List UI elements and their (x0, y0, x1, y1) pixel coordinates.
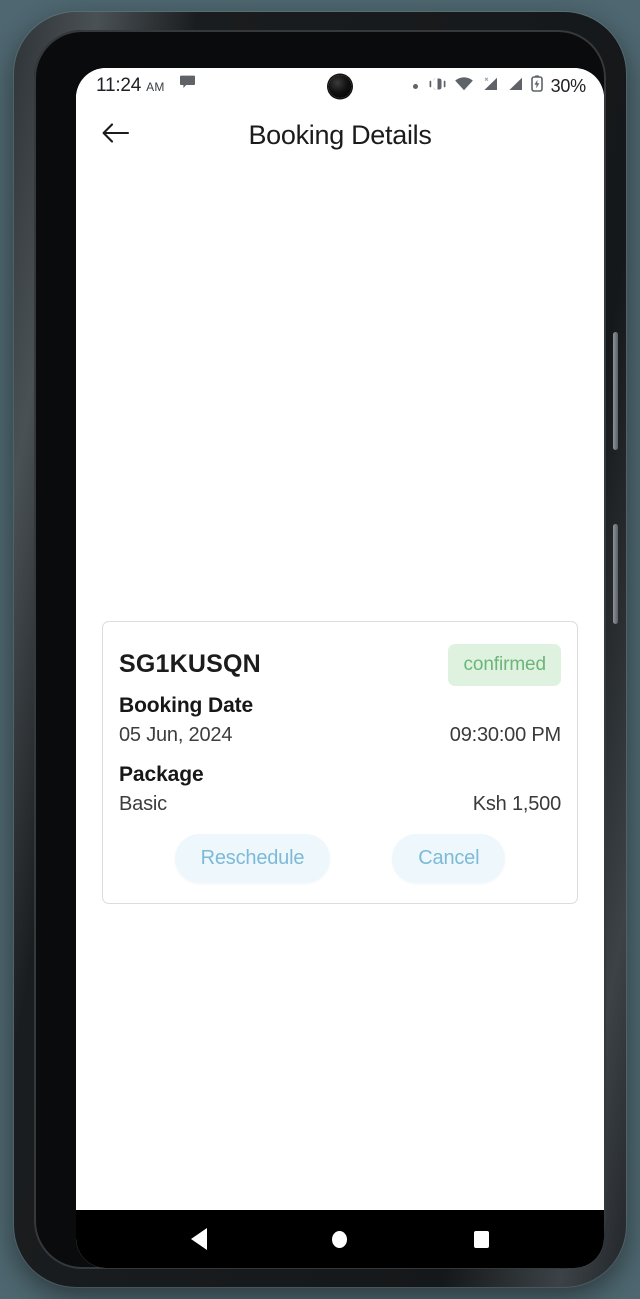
nav-back-button[interactable] (176, 1216, 222, 1262)
nav-home-button[interactable] (317, 1216, 363, 1262)
camera-punch-hole (328, 75, 352, 98)
arrow-left-icon (101, 120, 131, 151)
signal-icon-1 (481, 76, 499, 97)
status-bar: 11:24 AM 30% (76, 68, 604, 104)
package-label: Package (119, 763, 204, 786)
reschedule-button[interactable]: Reschedule (174, 834, 331, 883)
booking-date-label: Booking Date (119, 694, 254, 717)
status-bar-right: 30% (412, 75, 587, 97)
booking-time-value: 09:30:00 PM (449, 724, 561, 746)
content-area: SG1KUSQN confirmed Booking Date 05 Jun, … (76, 166, 604, 1210)
battery-percent: 30% (550, 75, 587, 96)
package-row: Basic Ksh 1,500 (119, 793, 561, 816)
booking-date-row: 05 Jun, 2024 09:30:00 PM (119, 724, 561, 747)
nav-back-icon (190, 1228, 207, 1250)
booking-details-card: SG1KUSQN confirmed Booking Date 05 Jun, … (102, 621, 578, 904)
booking-date-value: 05 Jun, 2024 (119, 724, 233, 746)
dot-icon (412, 83, 418, 89)
nav-recents-button[interactable] (458, 1216, 504, 1262)
nav-home-icon (332, 1230, 348, 1248)
page-title: Booking Details (248, 119, 432, 150)
cancel-button[interactable]: Cancel (392, 834, 506, 883)
vibrate-icon (428, 76, 447, 97)
phone-screen: 11:24 AM 30% Booking Details SG1KUSQN co… (76, 68, 604, 1268)
volume-button[interactable] (613, 332, 618, 450)
back-button[interactable] (96, 115, 136, 155)
booking-code: SG1KUSQN (119, 650, 261, 678)
status-time: 11:24 (96, 75, 142, 96)
phone-bezel: 11:24 AM 30% Booking Details SG1KUSQN co… (34, 30, 606, 1269)
card-header: SG1KUSQN confirmed (119, 644, 561, 688)
android-nav-bar (76, 1210, 604, 1268)
wifi-icon (454, 76, 474, 97)
package-value: Basic (119, 793, 167, 815)
battery-charging-icon (530, 75, 543, 97)
phone-frame: 11:24 AM 30% Booking Details SG1KUSQN co… (14, 12, 626, 1287)
status-bar-left: 11:24 AM (96, 75, 196, 97)
power-button[interactable] (613, 524, 618, 624)
card-actions: Reschedule Cancel (119, 834, 561, 883)
signal-icon-2 (506, 76, 524, 97)
status-badge: confirmed (448, 644, 561, 686)
chat-bubble-icon (179, 74, 196, 95)
status-ampm: AM (146, 80, 165, 94)
app-bar: Booking Details (76, 104, 604, 166)
nav-recents-icon (473, 1230, 489, 1248)
package-price: Ksh 1,500 (472, 793, 561, 815)
